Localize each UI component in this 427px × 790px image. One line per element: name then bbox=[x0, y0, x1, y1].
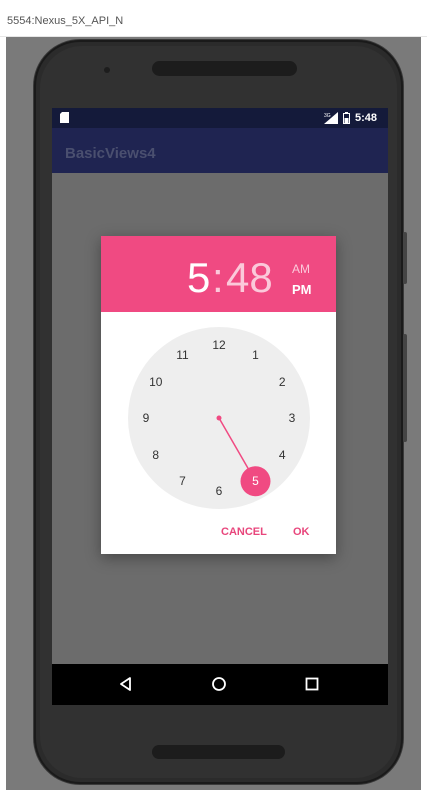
pm-toggle[interactable]: PM bbox=[292, 282, 312, 297]
ok-button[interactable]: OK bbox=[293, 526, 310, 538]
cancel-button[interactable]: CANCEL bbox=[221, 526, 267, 538]
time-picker-dialog: 5 : 48 AM PM 12 1 2 3 4 5 6 7 8 9 10 11 CANCEL OK bbox=[101, 236, 336, 554]
clock-number-4[interactable]: 4 bbox=[272, 448, 292, 462]
top-speaker bbox=[152, 61, 297, 76]
clock-number-3[interactable]: 3 bbox=[282, 411, 302, 425]
status-bar: 3G 5:48 bbox=[52, 108, 388, 128]
sd-card-icon bbox=[60, 112, 69, 123]
signal-icon: 3G bbox=[324, 112, 338, 124]
home-icon[interactable] bbox=[209, 674, 229, 694]
front-camera bbox=[104, 67, 110, 73]
bottom-speaker bbox=[152, 745, 285, 759]
power-button[interactable] bbox=[403, 334, 407, 442]
hour-display[interactable]: 5 bbox=[187, 254, 210, 302]
clock-number-5[interactable]: 5 bbox=[246, 474, 266, 488]
clock-number-6[interactable]: 6 bbox=[209, 484, 229, 498]
time-picker-header: 5 : 48 AM PM bbox=[101, 236, 336, 312]
svg-text:3G: 3G bbox=[324, 113, 331, 119]
window-title-bar: 5554:Nexus_5X_API_N bbox=[0, 0, 427, 37]
clock-number-9[interactable]: 9 bbox=[136, 411, 156, 425]
window-title: 5554:Nexus_5X_API_N bbox=[7, 15, 124, 27]
clock-number-11[interactable]: 11 bbox=[173, 348, 193, 362]
clock-center-dot bbox=[216, 415, 222, 421]
clock-number-2[interactable]: 2 bbox=[272, 375, 292, 389]
clock-number-8[interactable]: 8 bbox=[146, 448, 166, 462]
back-icon[interactable] bbox=[116, 674, 136, 694]
volume-button[interactable] bbox=[403, 232, 407, 284]
clock-face[interactable]: 12 1 2 3 4 5 6 7 8 9 10 11 bbox=[128, 327, 310, 509]
minute-display[interactable]: 48 bbox=[226, 254, 273, 302]
clock-number-7[interactable]: 7 bbox=[173, 474, 193, 488]
am-toggle[interactable]: AM bbox=[292, 262, 310, 276]
battery-icon bbox=[343, 112, 350, 124]
navigation-bar bbox=[52, 664, 388, 705]
app-title: BasicViews4 bbox=[65, 145, 156, 162]
recents-icon[interactable] bbox=[302, 674, 322, 694]
clock-number-10[interactable]: 10 bbox=[146, 375, 166, 389]
app-bar: BasicViews4 bbox=[52, 128, 388, 173]
status-time: 5:48 bbox=[355, 112, 378, 124]
clock-number-12[interactable]: 12 bbox=[209, 338, 229, 352]
time-separator: : bbox=[212, 254, 224, 301]
clock-number-1[interactable]: 1 bbox=[246, 348, 266, 362]
